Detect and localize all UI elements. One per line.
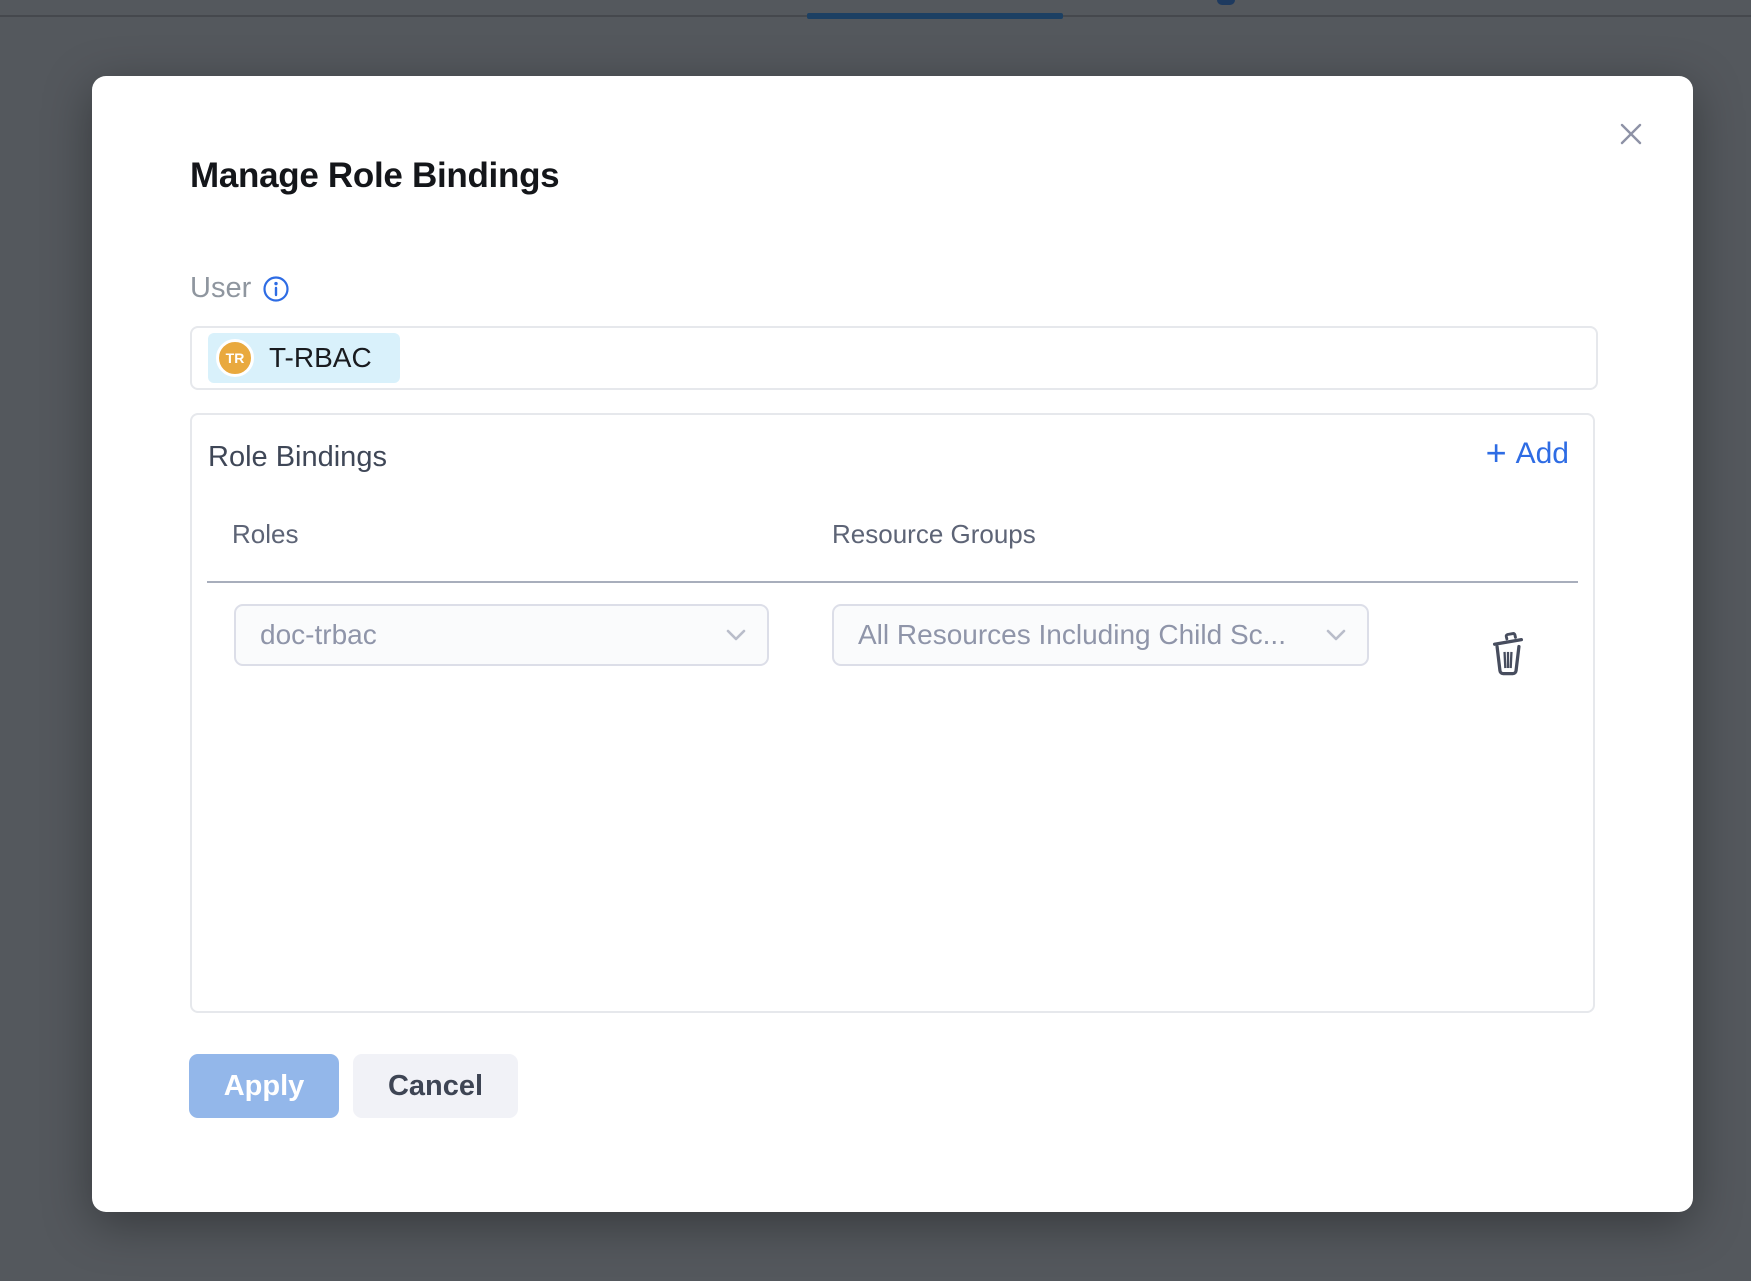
resource-group-select[interactable]: All Resources Including Child Sc... [832,604,1369,666]
plus-icon: + [1486,435,1507,471]
add-button-label: Add [1516,437,1569,471]
chevron-down-icon [725,628,747,642]
user-avatar: TR [216,339,254,377]
role-bindings-panel: Role Bindings + Add Roles Resource Group… [190,413,1595,1013]
active-tab-underline [807,13,1063,19]
partial-badge-icon [1217,0,1235,5]
dialog-title: Manage Role Bindings [190,156,559,196]
role-binding-row: doc-trbac All Resources Including Child … [192,604,1593,666]
role-select-value: doc-trbac [260,619,377,651]
resource-group-select-value: All Resources Including Child Sc... [858,619,1286,651]
user-label: User [190,272,251,305]
column-header-roles: Roles [232,519,298,550]
user-label-row: User [190,272,290,305]
header-divider [207,581,1578,583]
add-role-binding-button[interactable]: + Add [1486,437,1569,471]
trash-icon [1485,630,1531,680]
apply-button[interactable]: Apply [189,1054,339,1118]
delete-row-button[interactable] [1482,629,1534,681]
manage-role-bindings-dialog: Manage Role Bindings User TR T-RBAC Role… [92,76,1693,1212]
close-icon [1614,117,1648,151]
user-chip[interactable]: TR T-RBAC [208,333,400,383]
info-icon[interactable] [262,275,290,303]
user-field[interactable]: TR T-RBAC [190,326,1598,390]
role-bindings-title: Role Bindings [208,441,387,474]
cancel-button[interactable]: Cancel [353,1054,518,1118]
close-button[interactable] [1613,116,1649,152]
chevron-down-icon [1325,628,1347,642]
role-select[interactable]: doc-trbac [234,604,769,666]
column-header-resource-groups: Resource Groups [832,519,1036,550]
user-chip-name: T-RBAC [269,342,372,374]
